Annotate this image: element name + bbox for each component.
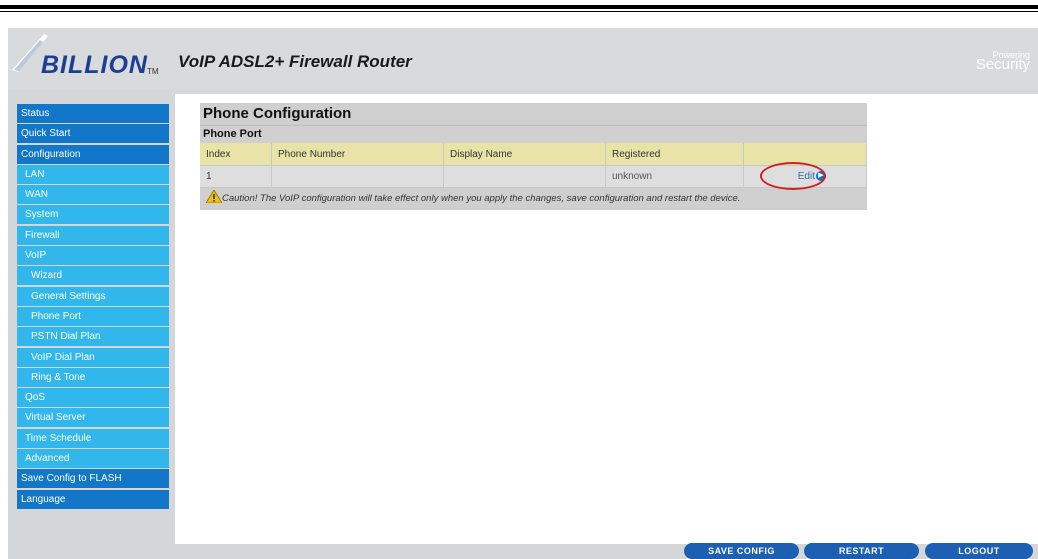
sidebar-item-qos[interactable]: QoS [17, 388, 169, 408]
sidebar-item-general-settings[interactable]: General Settings [17, 286, 169, 306]
caution-text: Caution! The VoIP configuration will tak… [222, 193, 741, 204]
product-title: VoIP ADSL2+ Firewall Router [178, 52, 412, 71]
cell-phone-number [271, 165, 444, 187]
sidebar-item-firewall[interactable]: Firewall [17, 225, 169, 245]
phone-config-panel: Phone Configuration Phone Port Index Pho… [200, 103, 867, 210]
save-config-button[interactable]: SAVE CONFIG [684, 543, 799, 559]
cell-display-name [443, 165, 606, 187]
sidebar-item-configuration[interactable]: Configuration [17, 144, 169, 164]
warning-icon [205, 189, 223, 204]
sidebar-item-phone-port[interactable]: Phone Port [17, 306, 169, 326]
caution-message: Caution! The VoIP configuration will tak… [200, 187, 867, 210]
top-rule-thin [0, 11, 1038, 12]
document-top-rule [0, 0, 1038, 14]
column-header-index: Index [200, 143, 272, 166]
sidebar-nav: Status Quick Start Configuration LAN WAN… [17, 104, 169, 510]
sidebar-item-wizard[interactable]: Wizard [17, 266, 169, 286]
column-header-display-name: Display Name [443, 143, 606, 166]
sidebar-item-advanced[interactable]: Advanced [17, 449, 169, 469]
cell-registered: unknown [605, 165, 744, 187]
top-rule-thick [0, 5, 1038, 9]
table-header-row: Index Phone Number Display Name Register… [200, 143, 867, 166]
logout-button[interactable]: LOGOUT [925, 543, 1033, 559]
sidebar-item-voip-dial-plan[interactable]: VoIP Dial Plan [17, 347, 169, 367]
sidebar-item-pstn-dial-plan[interactable]: PSTN Dial Plan [17, 327, 169, 347]
sidebar-item-time-schedule[interactable]: Time Schedule [17, 428, 169, 448]
column-header-phone-number: Phone Number [271, 143, 444, 166]
tagline-line2: Security [975, 56, 1030, 73]
sidebar-item-wan[interactable]: WAN [17, 185, 169, 205]
sidebar-item-quick-start[interactable]: Quick Start [17, 124, 169, 144]
sidebar-item-save-config-flash[interactable]: Save Config to FLASH [17, 469, 169, 489]
cell-index: 1 [200, 165, 272, 187]
logo-trademark: TM [147, 67, 159, 76]
edit-highlight-circle [760, 162, 826, 190]
header-band [8, 28, 1038, 90]
tagline: Powering Security [975, 50, 1030, 73]
sidebar-item-voip[interactable]: VoIP [17, 246, 169, 266]
section-title: Phone Port [200, 125, 867, 143]
column-header-registered: Registered [605, 143, 744, 166]
restart-button[interactable]: RESTART [804, 543, 919, 559]
sidebar-item-status[interactable]: Status [17, 104, 169, 123]
sidebar-item-language[interactable]: Language [17, 489, 169, 509]
page-title: Phone Configuration [200, 103, 867, 125]
sidebar-item-virtual-server[interactable]: Virtual Server [17, 408, 169, 428]
sidebar-item-ring-tone[interactable]: Ring & Tone [17, 367, 169, 387]
billion-logo: BILLION [41, 51, 148, 79]
sidebar-item-system[interactable]: System [17, 205, 169, 225]
sidebar-item-lan[interactable]: LAN [17, 164, 169, 184]
